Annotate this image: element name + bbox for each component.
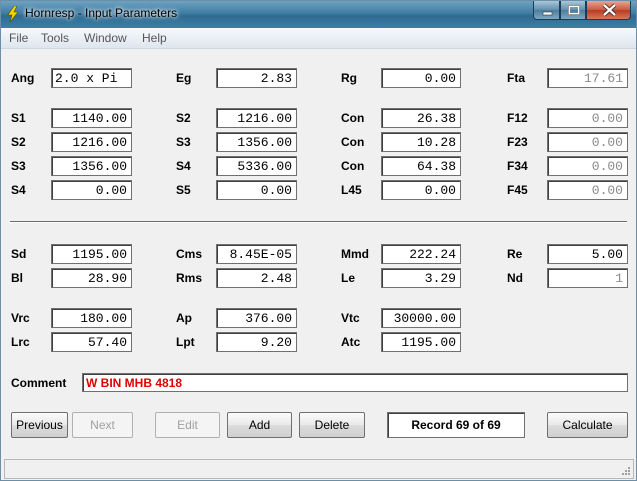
- f23-label: F23: [507, 135, 528, 149]
- f12-field[interactable]: 0.00: [547, 108, 628, 128]
- re-field[interactable]: 5.00: [547, 244, 628, 264]
- f34-field[interactable]: 0.00: [547, 156, 628, 176]
- vrc-field[interactable]: 180.00: [51, 308, 132, 328]
- menu-window[interactable]: Window: [84, 31, 127, 45]
- s3b-label: S3: [11, 159, 26, 173]
- eg-field[interactable]: 2.83: [216, 68, 297, 88]
- f12-label: F12: [507, 111, 528, 125]
- re-label: Re: [507, 247, 523, 261]
- con2-field[interactable]: 10.28: [381, 132, 461, 152]
- maximize-button[interactable]: [560, 1, 586, 20]
- con1-label: Con: [341, 111, 365, 125]
- s2b-field[interactable]: 1216.00: [51, 132, 132, 152]
- bl-label: Bl: [11, 271, 23, 285]
- fta-field[interactable]: 17.61: [547, 68, 628, 88]
- vtc-field[interactable]: 30000.00: [381, 308, 461, 328]
- con3-field[interactable]: 64.38: [381, 156, 461, 176]
- s3-label: S3: [176, 135, 191, 149]
- previous-button[interactable]: Previous: [11, 412, 68, 438]
- l45-field[interactable]: 0.00: [381, 180, 461, 200]
- con3-label: Con: [341, 159, 365, 173]
- lrc-field[interactable]: 57.40: [51, 332, 132, 352]
- menu-file[interactable]: File: [9, 31, 28, 45]
- sd-label: Sd: [11, 247, 27, 261]
- f45-field[interactable]: 0.00: [547, 180, 628, 200]
- minimize-icon: [542, 11, 553, 16]
- s2-field[interactable]: 1216.00: [216, 108, 297, 128]
- bl-field[interactable]: 28.90: [51, 268, 132, 288]
- input-parameters-form: Ang 2.0 x Pi Eg 2.83 Rg 0.00 Fta 17.61 S…: [1, 50, 636, 455]
- maximize-icon: [568, 5, 580, 15]
- rms-label: Rms: [176, 271, 203, 285]
- s4-label: S4: [176, 159, 191, 173]
- s3b-field[interactable]: 1356.00: [51, 156, 132, 176]
- title-bar[interactable]: Hornresp - Input Parameters: [1, 1, 636, 28]
- status-bar: [4, 459, 634, 479]
- ang-label: Ang: [11, 71, 35, 85]
- s5-field[interactable]: 0.00: [216, 180, 297, 200]
- close-icon: [602, 3, 617, 17]
- s1-label: S1: [11, 111, 26, 125]
- s4b-field[interactable]: 0.00: [51, 180, 132, 200]
- f34-label: F34: [507, 159, 528, 173]
- menu-bar: File Tools Window Help: [1, 28, 636, 49]
- con1-field[interactable]: 26.38: [381, 108, 461, 128]
- nd-field[interactable]: 1: [547, 268, 628, 288]
- app-window: Hornresp - Input Parameters File Tools W…: [0, 0, 637, 481]
- f45-label: F45: [507, 183, 528, 197]
- ap-field[interactable]: 376.00: [216, 308, 297, 328]
- comment-field[interactable]: W BIN MHB 4818: [82, 373, 628, 392]
- l45-label: L45: [341, 183, 362, 197]
- s4-field[interactable]: 5336.00: [216, 156, 297, 176]
- rms-field[interactable]: 2.48: [216, 268, 297, 288]
- lightning-bolt-icon: [7, 6, 19, 22]
- le-field[interactable]: 3.29: [381, 268, 461, 288]
- le-label: Le: [341, 271, 356, 285]
- close-button[interactable]: [586, 1, 631, 20]
- s5-label: S5: [176, 183, 191, 197]
- s3-field[interactable]: 1356.00: [216, 132, 297, 152]
- con2-label: Con: [341, 135, 365, 149]
- next-button[interactable]: Next: [72, 412, 133, 438]
- nd-label: Nd: [507, 271, 523, 285]
- window-title: Hornresp - Input Parameters: [25, 6, 178, 20]
- record-indicator: Record 69 of 69: [387, 412, 525, 438]
- ap-label: Ap: [176, 311, 192, 325]
- s2-label: S2: [176, 111, 191, 125]
- resize-grip-icon[interactable]: [620, 465, 631, 476]
- comment-label: Comment: [11, 376, 67, 390]
- rg-field[interactable]: 0.00: [381, 68, 461, 88]
- rg-label: Rg: [341, 71, 357, 85]
- eg-label: Eg: [176, 71, 192, 85]
- add-button[interactable]: Add: [227, 412, 292, 438]
- minimize-button[interactable]: [533, 1, 560, 20]
- delete-button[interactable]: Delete: [299, 412, 365, 438]
- cms-label: Cms: [176, 247, 203, 261]
- s4b-label: S4: [11, 183, 26, 197]
- sd-field[interactable]: 1195.00: [51, 244, 132, 264]
- mmd-label: Mmd: [341, 247, 369, 261]
- lpt-label: Lpt: [176, 335, 195, 349]
- ang-field[interactable]: 2.0 x Pi: [51, 68, 132, 88]
- menu-help[interactable]: Help: [142, 31, 167, 45]
- vtc-label: Vtc: [341, 311, 360, 325]
- menu-tools[interactable]: Tools: [41, 31, 69, 45]
- calculate-button[interactable]: Calculate: [547, 412, 628, 438]
- vrc-label: Vrc: [11, 311, 30, 325]
- f23-field[interactable]: 0.00: [547, 132, 628, 152]
- s1-field[interactable]: 1140.00: [51, 108, 132, 128]
- atc-label: Atc: [341, 335, 361, 349]
- lrc-label: Lrc: [11, 335, 30, 349]
- section-divider: [10, 221, 627, 223]
- mmd-field[interactable]: 222.24: [381, 244, 461, 264]
- fta-label: Fta: [507, 71, 525, 85]
- atc-field[interactable]: 1195.00: [381, 332, 461, 352]
- lpt-field[interactable]: 9.20: [216, 332, 297, 352]
- edit-button[interactable]: Edit: [155, 412, 220, 438]
- cms-field[interactable]: 8.45E-05: [216, 244, 297, 264]
- s2b-label: S2: [11, 135, 26, 149]
